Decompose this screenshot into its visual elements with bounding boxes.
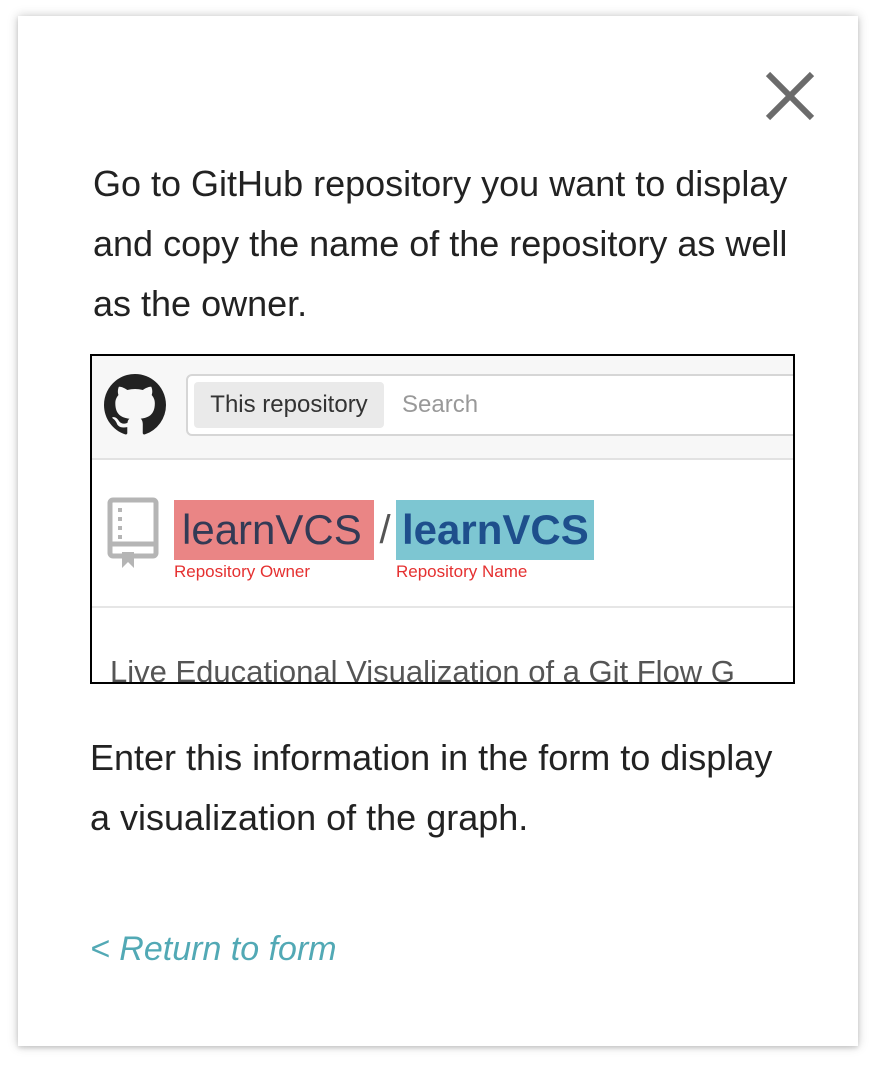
repository-owner-caption: Repository Owner [174, 562, 311, 581]
outro-text: Enter this information in the form to di… [90, 737, 773, 838]
search-placeholder: Search [402, 391, 479, 418]
github-search-box: This repository Search [186, 374, 793, 436]
close-icon [765, 71, 815, 121]
return-to-form-link[interactable]: < Return to form [90, 930, 337, 969]
repo-book-icon [106, 496, 162, 572]
search-scope-label: This repository [194, 382, 384, 428]
repository-name-caption: Repository Name [396, 562, 528, 581]
intro-text: Go to GitHub repository you want to disp… [93, 163, 788, 324]
repository-description: Live Educational Visualization of a Git … [110, 654, 735, 684]
github-logo [104, 374, 166, 436]
github-header: This repository Search [92, 356, 793, 460]
close-button[interactable] [762, 68, 818, 124]
github-octocat-icon [104, 374, 166, 435]
example-screenshot: This repository Search learnVCS / learnV… [90, 354, 795, 684]
owner-name-separator: / [379, 508, 391, 552]
header-divider [92, 606, 793, 608]
repository-owner-highlight: learnVCS [174, 500, 374, 560]
repository-name-highlight: learnVCS [396, 500, 594, 560]
help-dialog: Go to GitHub repository you want to disp… [18, 16, 858, 1046]
